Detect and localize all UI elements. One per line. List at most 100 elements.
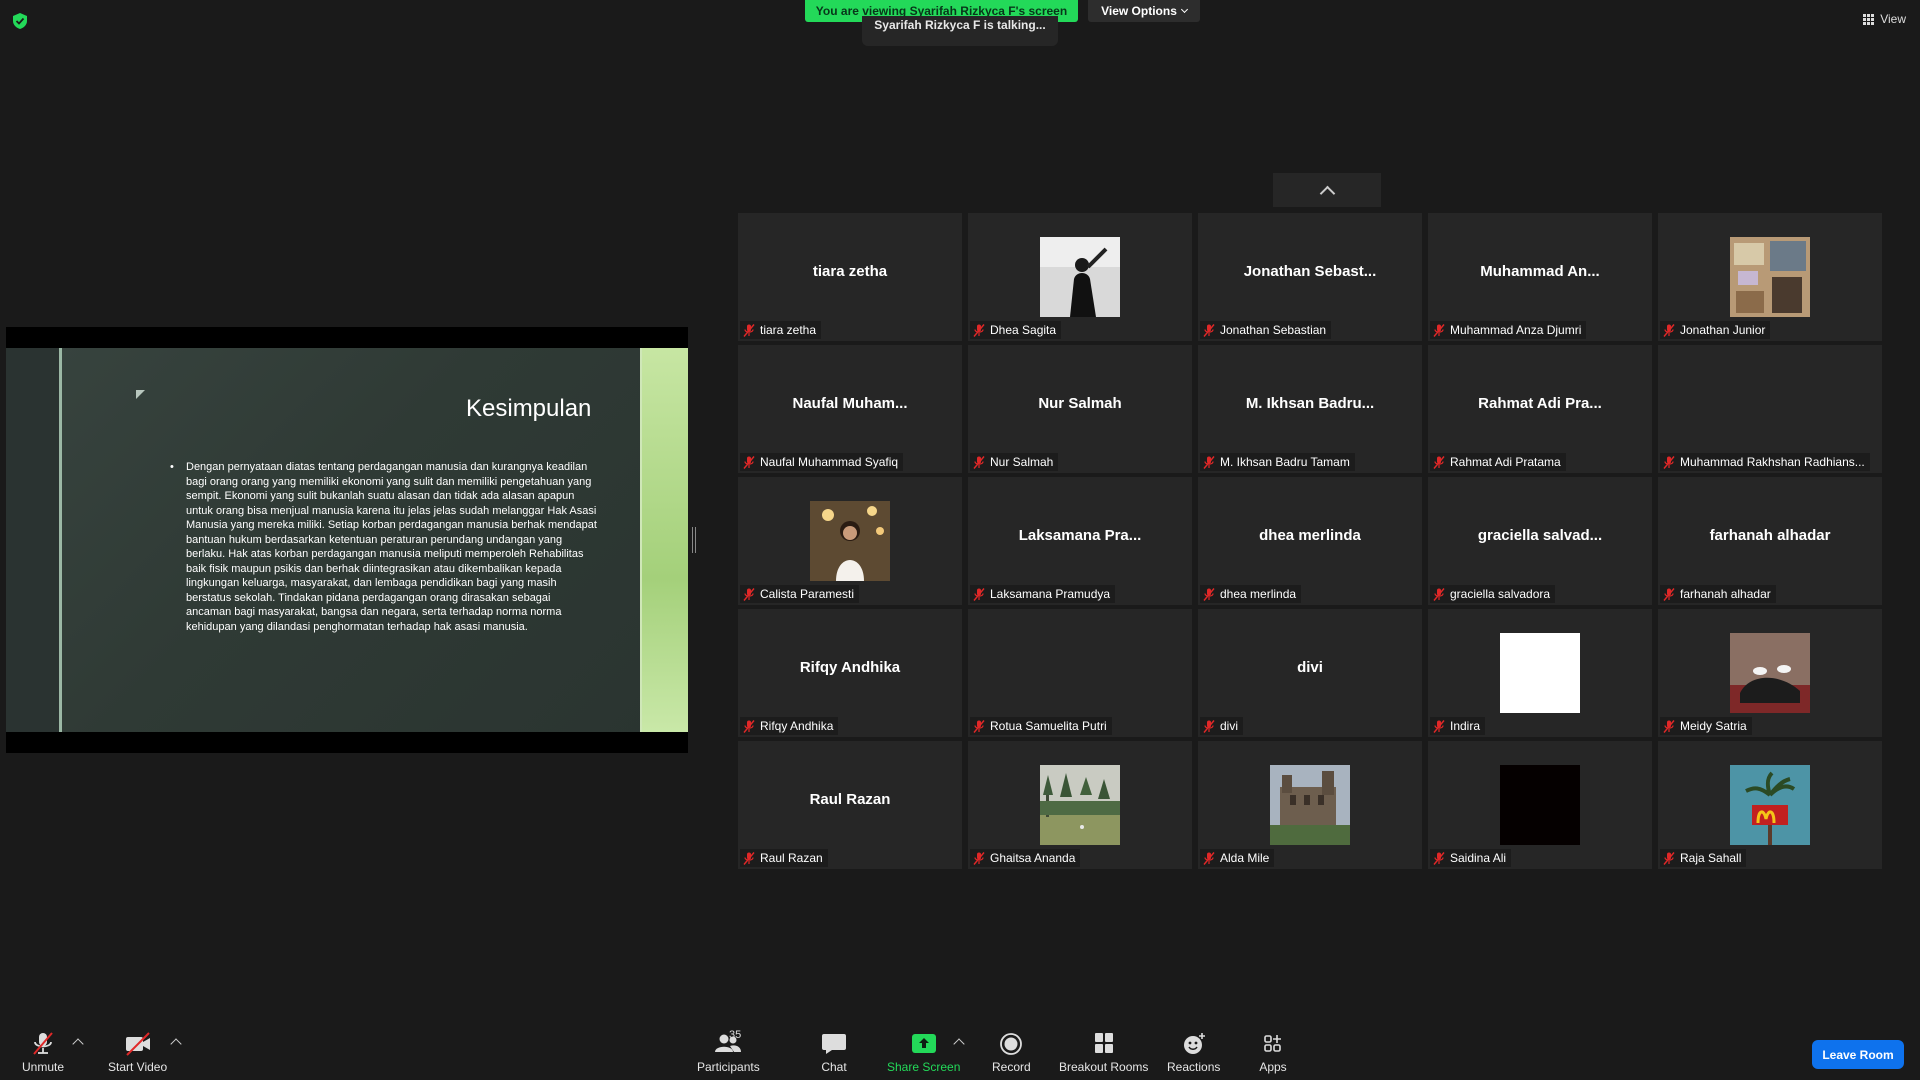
participant-name-label: Indira [1430,717,1486,735]
participant-tile[interactable]: Jonathan Sebast... Jonathan Sebastian [1198,213,1422,341]
participant-tile[interactable]: dhea merlinda dhea merlinda [1198,477,1422,605]
audio-options-caret-icon[interactable] [72,1038,84,1050]
share-screen-button[interactable]: Share Screen [887,1032,960,1074]
muted-microphone-icon [973,587,985,601]
chat-button[interactable]: Chat [820,1032,848,1074]
participant-name: Meidy Satria [1680,719,1747,733]
participant-tile[interactable]: Jonathan Junior [1658,213,1882,341]
participant-tile[interactable]: farhanah alhadar farhanah alhadar [1658,477,1882,605]
participant-tile[interactable]: Raja Sahall [1658,741,1882,869]
apps-label: Apps [1259,1060,1287,1074]
participant-tile[interactable]: Dhea Sagita [968,213,1192,341]
muted-microphone-icon [1433,323,1445,337]
muted-microphone-icon [743,323,755,337]
presentation-slide: Kesimpulan Dengan pernyataan diatas tent… [6,348,688,732]
slide-title: Kesimpulan [466,395,592,422]
gallery-page-up-button[interactable] [1273,173,1381,207]
apps-icon [1264,1035,1281,1052]
participant-display-name: Nur Salmah [1038,395,1122,412]
participant-video-frame [1730,237,1810,317]
participant-tile[interactable]: Ghaitsa Ananda [968,741,1192,869]
participant-tile[interactable]: Alda Mile [1198,741,1422,869]
participant-name: Muhammad Rakhshan Radhians... [1680,455,1865,469]
muted-microphone-icon [973,719,985,733]
participant-tile[interactable]: Saidina Ali [1428,741,1652,869]
participant-tile[interactable]: divi divi [1198,609,1422,737]
muted-microphone-icon [1203,851,1215,865]
participant-display-name: tiara zetha [812,263,888,280]
record-button[interactable]: Record [992,1032,1031,1074]
participant-display-name: dhea merlinda [1259,527,1361,544]
participant-tile[interactable]: Nur Salmah Nur Salmah [968,345,1192,473]
participant-tile[interactable]: Rifqy Andhika Rifqy Andhika [738,609,962,737]
leave-room-button[interactable]: Leave Room [1812,1040,1904,1069]
gallery-grid-icon [1863,13,1875,25]
participant-display-name: divi [1297,659,1323,676]
participant-name-label: dhea merlinda [1200,585,1302,603]
split-view-drag-handle[interactable] [692,527,696,553]
breakout-rooms-button[interactable]: Breakout Rooms [1059,1032,1148,1074]
participant-name: Nur Salmah [990,455,1054,469]
participant-name: dhea merlinda [1220,587,1297,601]
unmute-button[interactable]: Unmute [22,1032,64,1074]
participant-tile[interactable]: Raul Razan Raul Razan [738,741,962,869]
participant-display-name: Jonathan Sebast... [1243,263,1377,280]
apps-button[interactable]: Apps [1259,1032,1287,1074]
participant-tile[interactable]: Calista Paramesti [738,477,962,605]
muted-microphone-icon [743,455,755,469]
participants-button[interactable]: 35 Participants [697,1029,760,1074]
muted-microphone-icon [1433,587,1445,601]
reactions-smiley-icon [1183,1033,1205,1054]
participant-name-label: Laksamana Pramudya [970,585,1116,603]
participant-display-name: Muhammad An... [1480,263,1600,280]
breakout-rooms-label: Breakout Rooms [1059,1060,1149,1074]
participant-name-label: Rifqy Andhika [740,717,839,735]
participant-name: Raul Razan [760,851,823,865]
video-options-caret-icon[interactable] [170,1038,182,1050]
participant-tile[interactable]: Indira [1428,609,1652,737]
participant-name: Naufal Muhammad Syafiq [760,455,899,469]
participant-name-label: Saidina Ali [1430,849,1512,867]
participant-name-label: divi [1200,717,1244,735]
slide-decoration [642,348,688,732]
muted-microphone-icon [1663,455,1675,469]
participant-tile[interactable]: Rotua Samuelita Putri [968,609,1192,737]
participant-name-label: Muhammad Anza Djumri [1430,321,1587,339]
participant-display-name: Raul Razan [809,791,891,808]
view-button[interactable]: View [1863,12,1906,26]
muted-microphone-icon [1663,719,1675,733]
participant-tile[interactable]: Muhammad Rakhshan Radhians... [1658,345,1882,473]
participant-name: divi [1220,719,1239,733]
start-video-button[interactable]: Start Video [108,1032,167,1074]
participant-tile[interactable]: Muhammad An... Muhammad Anza Djumri [1428,213,1652,341]
muted-microphone-icon [1203,587,1215,601]
participant-name: Raja Sahall [1680,851,1742,865]
muted-microphone-icon [1663,587,1675,601]
participant-tile[interactable]: M. Ikhsan Badru... M. Ikhsan Badru Tamam [1198,345,1422,473]
participant-name: Dhea Sagita [990,323,1057,337]
security-shield-icon[interactable] [12,12,28,30]
participant-tile[interactable]: Meidy Satria [1658,609,1882,737]
participant-tile[interactable]: Laksamana Pra... Laksamana Pramudya [968,477,1192,605]
view-options-button[interactable]: View Options [1088,0,1200,22]
muted-microphone-icon [743,587,755,601]
participant-name-label: Nur Salmah [970,453,1059,471]
participant-name-label: Dhea Sagita [970,321,1062,339]
participant-tile[interactable]: Rahmat Adi Pra... Rahmat Adi Pratama [1428,345,1652,473]
participant-display-name: farhanah alhadar [1709,527,1831,544]
participant-tile[interactable]: Naufal Muham... Naufal Muhammad Syafiq [738,345,962,473]
reactions-button[interactable]: Reactions [1167,1032,1220,1074]
participant-name: Rahmat Adi Pratama [1450,455,1561,469]
participants-label: Participants [697,1060,760,1074]
view-label: View [1880,12,1906,26]
muted-microphone-icon [1203,455,1215,469]
share-screen-icon [911,1034,936,1053]
participant-name-label: M. Ikhsan Badru Tamam [1200,453,1355,471]
participant-name: Alda Mile [1220,851,1270,865]
record-label: Record [992,1060,1031,1074]
participant-display-name: Naufal Muham... [792,395,908,412]
participant-tile[interactable]: tiara zetha tiara zetha [738,213,962,341]
participant-tile[interactable]: graciella salvad... graciella salvadora [1428,477,1652,605]
participant-display-name: Rahmat Adi Pra... [1478,395,1602,412]
participant-name: Saidina Ali [1450,851,1507,865]
